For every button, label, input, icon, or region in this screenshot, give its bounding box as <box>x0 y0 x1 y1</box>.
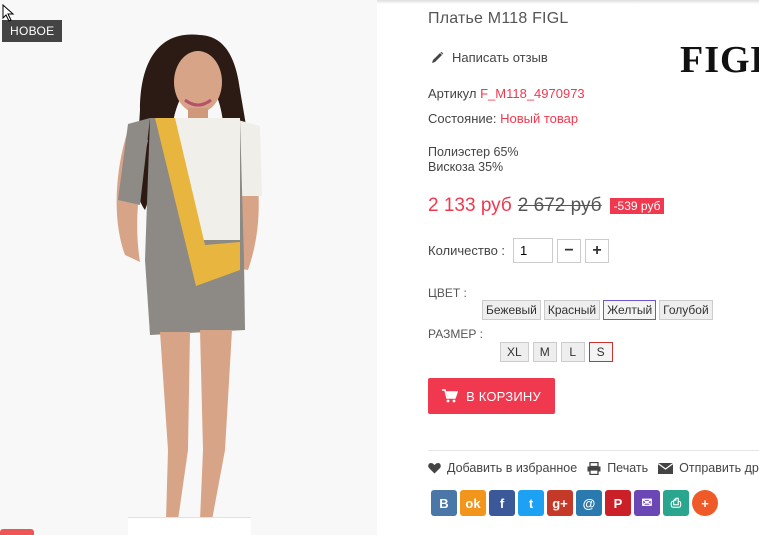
more-icon[interactable]: + <box>692 490 718 516</box>
add-to-cart-button[interactable]: В КОРЗИНУ <box>428 378 555 414</box>
printer-icon <box>587 461 601 475</box>
print-label: Печать <box>607 461 649 475</box>
print-link[interactable]: Печать <box>587 461 648 475</box>
condition-value: Новый товар <box>500 111 579 126</box>
color-option-red[interactable]: Красный <box>543 300 601 320</box>
pinterest-icon[interactable]: P <box>605 490 631 516</box>
write-review-label: Написать отзыв <box>452 50 548 65</box>
size-option-m[interactable]: M <box>532 342 557 362</box>
product-actions: Добавить в избранное Печать Отправить др <box>428 461 759 475</box>
twitter-icon[interactable]: t <box>518 490 544 516</box>
write-review-link[interactable]: Написать отзыв <box>431 50 548 65</box>
mouse-cursor-icon <box>2 4 15 22</box>
color-option-beige[interactable]: Бежевый <box>482 300 541 320</box>
article-row: Артикул F_M118_4970973 <box>428 86 585 101</box>
price-row: 2 133 руб 2 672 руб -539 руб <box>428 195 665 217</box>
send-to-friend-link[interactable]: Отправить др <box>658 461 759 475</box>
composition-line-2: Вискоза 35% <box>428 160 504 174</box>
facebook-icon[interactable]: f <box>489 490 515 516</box>
quantity-label: Количество : <box>428 243 506 258</box>
quantity-plus-button[interactable]: + <box>585 238 610 263</box>
new-badge: НОВОЕ <box>2 20 63 42</box>
condition-row: Состояние: Новый товар <box>428 111 578 126</box>
header-shadow <box>377 0 759 4</box>
quantity-row: Количество : − + <box>428 238 610 263</box>
add-to-wishlist-label: Добавить в избранное <box>447 461 578 475</box>
size-option-l[interactable]: L <box>560 342 585 362</box>
envelope-icon <box>658 462 674 474</box>
discount-badge: -539 руб <box>609 198 665 214</box>
color-option-blue[interactable]: Голубой <box>659 300 713 320</box>
product-title: Платье M118 FIGL <box>428 10 569 27</box>
color-options: Бежевый Красный Желтый Голубой <box>482 300 713 320</box>
cart-icon <box>442 389 459 403</box>
size-option-s[interactable]: S <box>588 342 613 362</box>
email-icon[interactable]: ✉ <box>634 490 660 516</box>
size-option-xl[interactable]: XL <box>500 342 529 362</box>
heart-icon <box>428 463 441 474</box>
product-photo[interactable] <box>0 0 377 535</box>
print-icon[interactable]: ⎙ <box>663 490 689 516</box>
pencil-icon <box>432 51 444 63</box>
add-to-wishlist-link[interactable]: Добавить в избранное <box>428 461 577 475</box>
size-label: РАЗМЕР : <box>428 327 483 341</box>
article-value: F_M118_4970973 <box>480 86 585 101</box>
color-label: ЦВЕТ : <box>428 286 467 300</box>
quantity-input[interactable] <box>513 238 554 263</box>
old-price: 2 672 руб <box>517 195 602 216</box>
google-plus-icon[interactable]: g+ <box>547 490 573 516</box>
product-image-area: НОВОЕ <box>0 0 377 535</box>
mail-ru-icon[interactable]: @ <box>576 490 602 516</box>
brand-logo[interactable]: FIGL <box>680 38 759 82</box>
send-to-friend-label: Отправить др <box>679 461 759 475</box>
current-price: 2 133 руб <box>428 195 512 216</box>
condition-label: Состояние: <box>428 111 497 126</box>
share-buttons: Вok f t g+ @ P ✉ ⎙ + <box>431 490 718 516</box>
size-options: XL M L S <box>500 342 613 362</box>
odnoklassniki-icon[interactable]: ok <box>460 490 486 516</box>
slider-indicator[interactable] <box>0 529 34 535</box>
thumbnail-strip[interactable] <box>128 517 251 535</box>
article-label: Артикул <box>428 86 477 101</box>
quantity-minus-button[interactable]: − <box>557 238 582 263</box>
color-option-yellow[interactable]: Желтый <box>603 300 657 320</box>
add-to-cart-label: В КОРЗИНУ <box>466 388 541 404</box>
composition-line-1: Полиэстер 65% <box>428 145 519 159</box>
vk-icon[interactable]: В <box>431 490 457 516</box>
divider <box>428 450 759 451</box>
